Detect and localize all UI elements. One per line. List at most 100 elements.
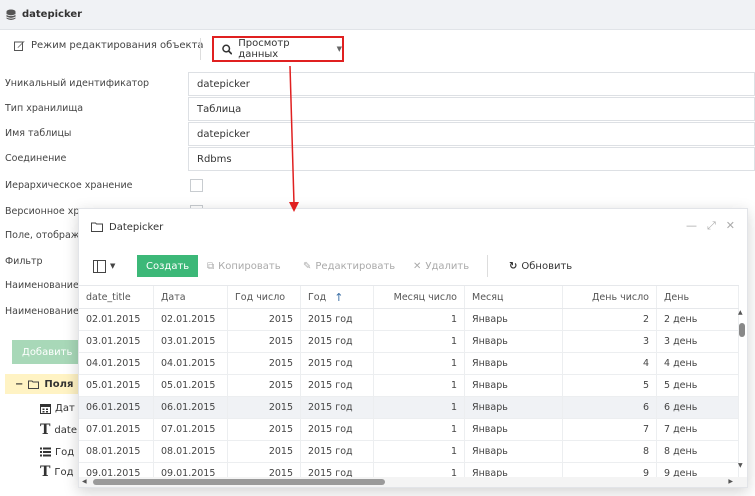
column-header[interactable]: Дата [154, 286, 228, 308]
modal-header: Datepicker [79, 209, 747, 245]
storage-type-field[interactable]: Таблица [188, 97, 755, 121]
column-header[interactable]: date_title [79, 286, 154, 308]
table-cell: 04.01.2015 [154, 353, 228, 374]
form-label: Иерархическое хранение [5, 180, 133, 191]
table-cell: 1 [374, 441, 465, 462]
delete-button[interactable]: ✕ Удалить [413, 255, 469, 277]
scroll-thumb[interactable] [93, 479, 385, 485]
tree-item[interactable]: T Год [40, 462, 74, 482]
table-row[interactable]: 05.01.2015 05.01.2015 2015 2015 год 1 Январь 5… [79, 375, 739, 397]
column-header[interactable]: Год число [228, 286, 301, 308]
table-cell: 2015 [228, 331, 301, 352]
table-row[interactable]: 08.01.2015 08.01.2015 2015 2015 год 1 Январь 8… [79, 441, 739, 463]
grid-body: 02.01.2015 02.01.2015 2015 2015 год 1 Январь 2… [79, 309, 739, 485]
table-cell: 6 день [657, 397, 739, 418]
hierarchical-checkbox[interactable] [190, 179, 203, 192]
form-label: Уникальный идентификатор [5, 78, 150, 89]
table-cell: 2015 год [301, 419, 374, 440]
table-cell: 5 [563, 375, 657, 396]
table-cell: 1 [374, 353, 465, 374]
view-data-button[interactable]: Просмотр данных ▼ [212, 36, 344, 62]
table-cell: 2015 год [301, 331, 374, 352]
table-cell: 2015 год [301, 397, 374, 418]
datepicker-modal: Datepicker — ⤢ ✕ ▼ Создать ⧉ Копировать … [78, 208, 748, 488]
folder-icon [28, 380, 40, 389]
copy-button[interactable]: ⧉ Копировать [207, 255, 281, 277]
table-row[interactable]: 06.01.2015 06.01.2015 2015 2015 год 1 Январь 6… [79, 397, 739, 419]
create-label: Создать [146, 260, 190, 272]
table-row[interactable]: 07.01.2015 07.01.2015 2015 2015 год 1 Январь 7… [79, 419, 739, 441]
maximize-icon[interactable]: ⤢ [707, 219, 716, 233]
data-grid: date_title Дата Год число Год ↑ Месяц чи… [79, 285, 739, 485]
scroll-up-icon[interactable]: ▲ [738, 309, 743, 316]
calendar-icon [40, 403, 51, 414]
table-cell: 6 [563, 397, 657, 418]
form-row-id: Уникальный идентификатор datepicker [0, 72, 755, 96]
columns-button[interactable]: ▼ [93, 255, 115, 277]
table-row[interactable]: 04.01.2015 04.01.2015 2015 2015 год 1 Январь 4… [79, 353, 739, 375]
table-cell: 04.01.2015 [79, 353, 154, 374]
scroll-down-icon[interactable]: ▼ [738, 462, 743, 469]
table-cell: 2015 [228, 375, 301, 396]
table-cell: 4 [563, 353, 657, 374]
delete-label: Удалить [425, 260, 470, 272]
table-cell: 2015 [228, 419, 301, 440]
mode-bar: Режим редактирования объекта Просмотр да… [0, 30, 755, 66]
modal-toolbar: ▼ Создать ⧉ Копировать ✎ Редактировать ✕… [79, 251, 747, 279]
column-header-sorted[interactable]: Год ↑ [301, 286, 374, 308]
tree-item-label: Год [55, 446, 75, 458]
tree-item[interactable]: T date [40, 420, 77, 440]
scroll-thumb[interactable] [739, 323, 745, 337]
copy-label: Копировать [218, 260, 281, 272]
table-cell: 1 [374, 331, 465, 352]
table-cell: 08.01.2015 [154, 441, 228, 462]
form-label: Имя таблицы [5, 128, 72, 139]
horizontal-scrollbar[interactable]: ◀ ▶ [79, 477, 747, 487]
copy-icon: ⧉ [207, 260, 215, 272]
table-cell: 06.01.2015 [79, 397, 154, 418]
table-cell: 1 [374, 309, 465, 330]
table-cell: 2 день [657, 309, 739, 330]
form-label: Версионное хра [5, 206, 86, 217]
table-cell: 1 [374, 375, 465, 396]
edit-button[interactable]: ✎ Редактировать [303, 255, 395, 277]
scroll-right-icon[interactable]: ▶ [728, 478, 733, 485]
table-cell: 5 день [657, 375, 739, 396]
id-field[interactable]: datepicker [188, 72, 755, 96]
scroll-left-icon[interactable]: ◀ [82, 478, 87, 485]
tree-item[interactable]: Дат [40, 398, 75, 418]
form-label: Наименование [5, 306, 79, 317]
view-data-label: Просмотр данных [238, 38, 290, 60]
column-header[interactable]: День число [563, 286, 657, 308]
minimize-icon[interactable]: — [686, 219, 697, 233]
table-name-field[interactable]: datepicker [188, 122, 755, 146]
list-icon [40, 447, 51, 457]
form-row-storage-type: Тип хранилища Таблица [0, 97, 755, 121]
table-cell: 3 [563, 331, 657, 352]
connection-field[interactable]: Rdbms [188, 147, 755, 171]
table-cell: Январь [465, 419, 563, 440]
table-cell: 05.01.2015 [79, 375, 154, 396]
edit-mode-button[interactable]: Режим редактирования объекта [14, 40, 204, 51]
tree-item[interactable]: Год [40, 442, 74, 462]
table-cell: Январь [465, 353, 563, 374]
add-button-label: Добавить [22, 346, 73, 358]
close-icon[interactable]: ✕ [726, 219, 735, 233]
create-button[interactable]: Создать [137, 255, 199, 277]
vertical-scrollbar[interactable]: ▲ ▼ [737, 309, 747, 469]
table-row[interactable]: 03.01.2015 03.01.2015 2015 2015 год 1 Январь 3… [79, 331, 739, 353]
form-label: Соединение [5, 153, 67, 164]
refresh-button[interactable]: ↻ Обновить [509, 255, 572, 277]
form-row-table-name: Имя таблицы datepicker [0, 122, 755, 146]
collapse-icon[interactable]: − [15, 379, 23, 390]
column-header[interactable]: День [657, 286, 739, 308]
text-icon: T [40, 464, 51, 480]
table-cell: Январь [465, 397, 563, 418]
modal-title: Datepicker [109, 221, 164, 233]
table-row[interactable]: 02.01.2015 02.01.2015 2015 2015 год 1 Январь 2… [79, 309, 739, 331]
table-cell: 2 [563, 309, 657, 330]
column-header[interactable]: Месяц число [374, 286, 465, 308]
folder-icon [91, 222, 103, 232]
column-header[interactable]: Месяц [465, 286, 563, 308]
table-cell: 2015 [228, 397, 301, 418]
